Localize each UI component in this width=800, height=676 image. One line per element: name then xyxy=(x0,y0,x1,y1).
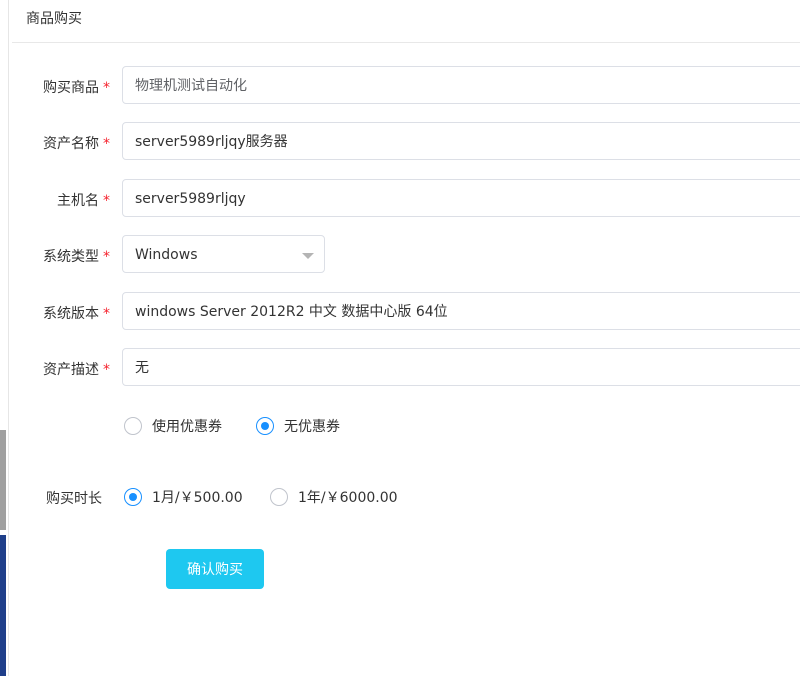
hostname-label: 主机名 * xyxy=(57,190,110,210)
required-mark: * xyxy=(103,362,110,378)
radio-no-coupon-circle[interactable] xyxy=(256,417,274,435)
radio-use-coupon-circle[interactable] xyxy=(124,417,142,435)
asset-desc-label: 资产描述 * xyxy=(43,359,110,379)
product-label-text: 购买商品 xyxy=(43,80,99,96)
confirm-purchase-button[interactable]: 确认购买 xyxy=(166,549,264,589)
required-mark: * xyxy=(103,136,110,152)
duration-label: 购买时长 xyxy=(46,491,102,507)
os-type-value: Windows xyxy=(135,247,198,263)
asset-desc-input[interactable]: 无 xyxy=(122,348,800,386)
form-row-product: 购买商品 * 物理机测试自动化 xyxy=(12,66,800,106)
duration-radio-group: 1月/￥500.00 1年/￥6000.00 xyxy=(124,486,444,508)
radio-duration-year-circle[interactable] xyxy=(270,488,288,506)
dialog-title: 商品购买 xyxy=(26,11,82,27)
radio-no-coupon[interactable]: 无优惠券 xyxy=(256,415,340,437)
os-type-label-text: 系统类型 xyxy=(43,249,99,265)
required-mark: * xyxy=(103,249,110,265)
radio-use-coupon[interactable]: 使用优惠券 xyxy=(124,415,222,437)
product-label: 购买商品 * xyxy=(43,77,110,97)
radio-no-coupon-label: 无优惠券 xyxy=(284,419,340,435)
required-mark: * xyxy=(103,80,110,96)
form-row-asset-name: 资产名称 * server5989rljqy服务器 xyxy=(12,122,800,162)
coupon-radio-group: 使用优惠券 无优惠券 xyxy=(124,415,424,437)
radio-duration-month[interactable]: 1月/￥500.00 xyxy=(124,486,243,508)
form-row-hostname: 主机名 * server5989rljqy xyxy=(12,179,800,219)
asset-desc-label-text: 资产描述 xyxy=(43,362,99,378)
hostname-label-text: 主机名 xyxy=(57,193,99,209)
radio-duration-year[interactable]: 1年/￥6000.00 xyxy=(270,486,398,508)
os-version-label-text: 系统版本 xyxy=(43,306,99,322)
radio-duration-month-label: 1月/￥500.00 xyxy=(152,490,243,506)
purchase-dialog: 商品购买 购买商品 * 物理机测试自动化 资产名称 * server5989rljq… xyxy=(12,0,800,676)
form-row-os-version: 系统版本 * windows Server 2012R2 中文 数据中心版 64位 xyxy=(12,292,800,332)
os-version-input[interactable]: windows Server 2012R2 中文 数据中心版 64位 xyxy=(122,292,800,330)
form-row-os-type: 系统类型 * Windows xyxy=(12,235,800,275)
form-row-asset-desc: 资产描述 * 无 xyxy=(12,348,800,388)
background-window-edge xyxy=(0,0,9,676)
chevron-down-icon xyxy=(302,253,314,259)
page: 商品购买 购买商品 * 物理机测试自动化 资产名称 * server5989rljq… xyxy=(0,0,800,676)
asset-name-input[interactable]: server5989rljqy服务器 xyxy=(122,122,800,160)
hostname-input[interactable]: server5989rljqy xyxy=(122,179,800,217)
dialog-header: 商品购买 xyxy=(12,0,800,43)
os-type-select[interactable]: Windows xyxy=(122,235,325,273)
asset-name-label: 资产名称 * xyxy=(43,133,110,153)
os-version-label: 系统版本 * xyxy=(43,303,110,323)
product-input[interactable]: 物理机测试自动化 xyxy=(122,66,800,104)
background-edge-gray xyxy=(0,430,6,530)
radio-use-coupon-label: 使用优惠券 xyxy=(152,419,222,435)
required-mark: * xyxy=(103,306,110,322)
required-mark: * xyxy=(103,193,110,209)
background-edge-blue xyxy=(0,535,6,676)
os-type-label: 系统类型 * xyxy=(43,246,110,266)
radio-duration-year-label: 1年/￥6000.00 xyxy=(298,490,398,506)
radio-duration-month-circle[interactable] xyxy=(124,488,142,506)
asset-name-label-text: 资产名称 xyxy=(43,136,99,152)
